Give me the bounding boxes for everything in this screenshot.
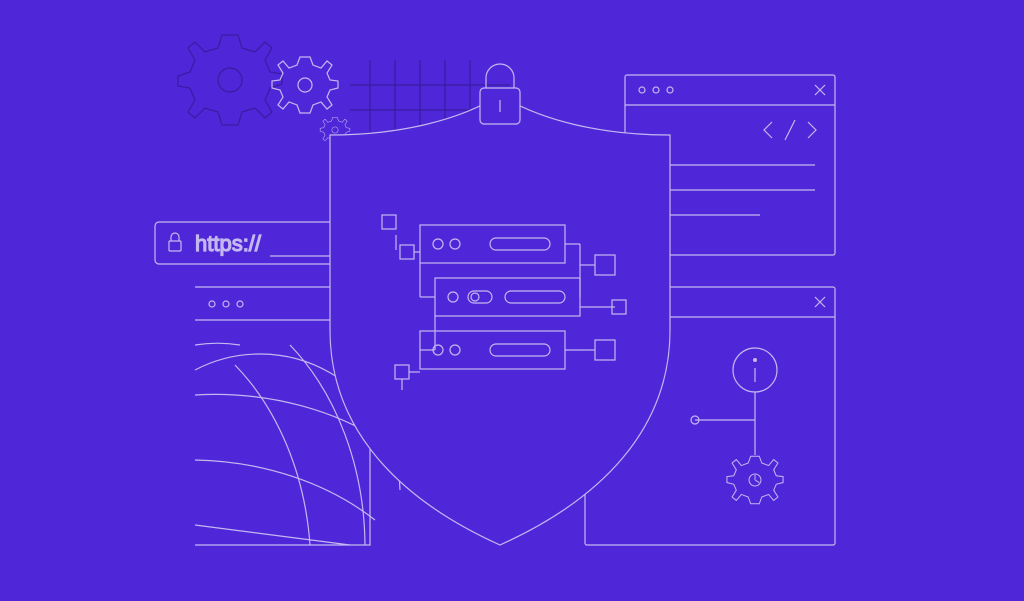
info-icon [733,348,777,392]
server-rack-1 [420,225,565,263]
server-racks [420,225,580,369]
server-rack-3 [420,331,565,369]
gear-large-icon [178,35,282,125]
gear-medium-icon [272,57,338,113]
close-icon [815,297,825,307]
close-icon [815,85,825,95]
code-brackets-icon [764,120,816,140]
padlock-icon [480,64,520,124]
server-rack-2 [435,278,580,316]
protocol-text: https:// [195,231,262,256]
lock-icon [169,233,181,251]
gear-tiny-icon [727,456,783,504]
security-illustration: https:// [0,0,1024,596]
